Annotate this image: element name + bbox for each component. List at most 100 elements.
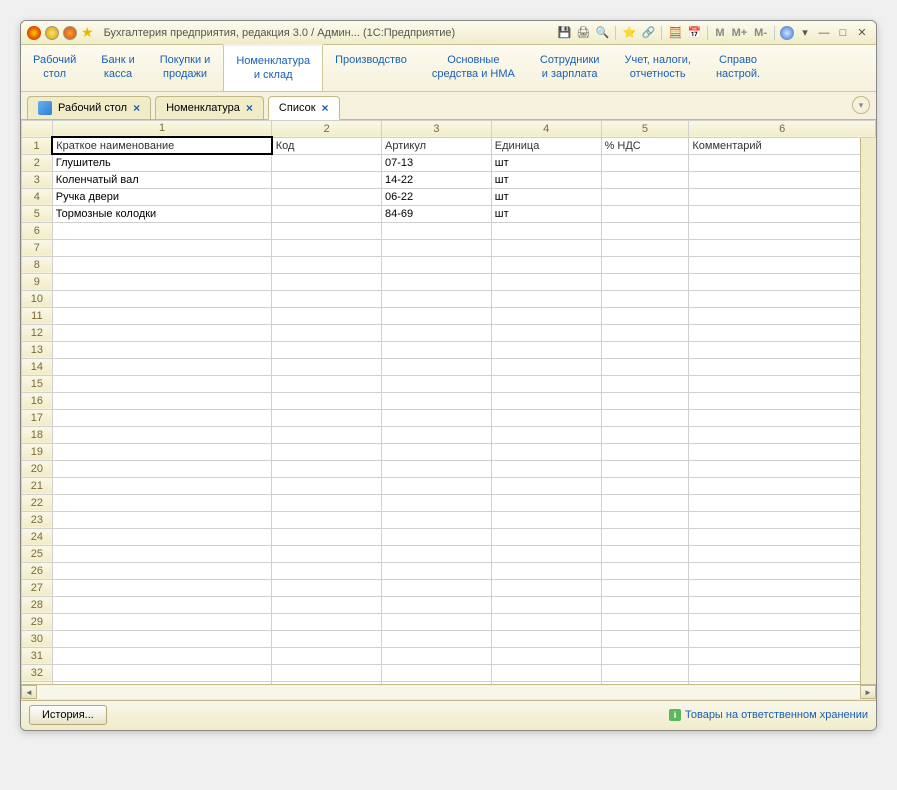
cell[interactable]: Тормозные колодки bbox=[52, 205, 272, 222]
favorite-icon[interactable]: ★ bbox=[81, 24, 94, 41]
row-header[interactable]: 32 bbox=[22, 664, 53, 681]
nav-back-icon[interactable] bbox=[45, 26, 59, 40]
cell[interactable]: шт bbox=[491, 154, 601, 171]
cell[interactable] bbox=[382, 239, 492, 256]
cell[interactable] bbox=[689, 511, 876, 528]
header-cell[interactable]: Артикул bbox=[382, 137, 492, 154]
cell[interactable] bbox=[689, 171, 876, 188]
save-icon[interactable]: 💾 bbox=[556, 25, 572, 41]
cell[interactable] bbox=[382, 613, 492, 630]
cell[interactable] bbox=[491, 256, 601, 273]
tab-close-icon[interactable]: × bbox=[133, 101, 140, 115]
cell[interactable] bbox=[491, 545, 601, 562]
cell[interactable]: 07-13 bbox=[382, 154, 492, 171]
cell[interactable] bbox=[272, 477, 382, 494]
cell[interactable] bbox=[689, 222, 876, 239]
cell[interactable] bbox=[382, 460, 492, 477]
cell[interactable] bbox=[272, 188, 382, 205]
cell[interactable] bbox=[601, 188, 689, 205]
nav-forward-icon[interactable] bbox=[63, 26, 77, 40]
cell[interactable] bbox=[52, 511, 272, 528]
cell[interactable] bbox=[491, 460, 601, 477]
cell[interactable] bbox=[52, 375, 272, 392]
cell[interactable]: 06-22 bbox=[382, 188, 492, 205]
cell[interactable] bbox=[272, 511, 382, 528]
cell[interactable] bbox=[491, 290, 601, 307]
row-header[interactable]: 13 bbox=[22, 341, 53, 358]
cell[interactable] bbox=[689, 494, 876, 511]
cell[interactable]: шт bbox=[491, 171, 601, 188]
nav-item[interactable]: Номенклатураи склад bbox=[223, 44, 323, 91]
cell[interactable] bbox=[272, 205, 382, 222]
cell[interactable] bbox=[272, 358, 382, 375]
cell[interactable] bbox=[601, 511, 689, 528]
cell[interactable] bbox=[52, 528, 272, 545]
cell[interactable] bbox=[272, 596, 382, 613]
cell[interactable] bbox=[601, 222, 689, 239]
cell[interactable] bbox=[689, 528, 876, 545]
info-icon[interactable] bbox=[780, 26, 794, 40]
cell[interactable] bbox=[689, 477, 876, 494]
cell[interactable] bbox=[382, 307, 492, 324]
row-header[interactable]: 23 bbox=[22, 511, 53, 528]
cell[interactable] bbox=[52, 545, 272, 562]
cell[interactable] bbox=[601, 630, 689, 647]
cell[interactable] bbox=[601, 494, 689, 511]
cell[interactable] bbox=[382, 511, 492, 528]
cell[interactable] bbox=[689, 188, 876, 205]
cell[interactable] bbox=[382, 477, 492, 494]
cell[interactable] bbox=[689, 307, 876, 324]
cell[interactable] bbox=[52, 579, 272, 596]
cell[interactable] bbox=[382, 324, 492, 341]
cell[interactable] bbox=[272, 222, 382, 239]
nav-item[interactable]: Учет, налоги,отчетность bbox=[612, 45, 703, 91]
cell[interactable] bbox=[382, 426, 492, 443]
cell[interactable] bbox=[491, 222, 601, 239]
calc-icon[interactable]: 🧮 bbox=[667, 25, 683, 41]
m-minus-button[interactable]: M- bbox=[752, 27, 769, 39]
row-header[interactable]: 26 bbox=[22, 562, 53, 579]
cell[interactable] bbox=[491, 613, 601, 630]
cell[interactable] bbox=[272, 273, 382, 290]
row-header[interactable]: 9 bbox=[22, 273, 53, 290]
cell[interactable] bbox=[601, 256, 689, 273]
cell[interactable] bbox=[272, 171, 382, 188]
cell[interactable] bbox=[272, 341, 382, 358]
row-header[interactable]: 16 bbox=[22, 392, 53, 409]
status-link[interactable]: i Товары на ответственном хранении bbox=[669, 709, 868, 721]
cell[interactable] bbox=[52, 324, 272, 341]
cell[interactable] bbox=[601, 443, 689, 460]
cell[interactable] bbox=[52, 409, 272, 426]
row-header[interactable]: 20 bbox=[22, 460, 53, 477]
cell[interactable] bbox=[272, 443, 382, 460]
col-header[interactable]: 2 bbox=[272, 120, 382, 137]
cell[interactable] bbox=[689, 647, 876, 664]
cell[interactable] bbox=[601, 426, 689, 443]
cell[interactable] bbox=[491, 630, 601, 647]
cell[interactable] bbox=[689, 579, 876, 596]
cell[interactable] bbox=[272, 545, 382, 562]
cell[interactable] bbox=[689, 341, 876, 358]
row-header[interactable]: 12 bbox=[22, 324, 53, 341]
cell[interactable] bbox=[601, 341, 689, 358]
m-button[interactable]: M bbox=[713, 27, 726, 39]
cell[interactable] bbox=[272, 392, 382, 409]
cell[interactable] bbox=[382, 392, 492, 409]
cell[interactable] bbox=[272, 154, 382, 171]
cell[interactable] bbox=[601, 290, 689, 307]
cell[interactable] bbox=[491, 511, 601, 528]
row-header[interactable]: 14 bbox=[22, 358, 53, 375]
cell[interactable] bbox=[689, 290, 876, 307]
cell[interactable] bbox=[689, 460, 876, 477]
cell[interactable]: 14-22 bbox=[382, 171, 492, 188]
cell[interactable] bbox=[601, 579, 689, 596]
cell[interactable] bbox=[689, 443, 876, 460]
cell[interactable]: шт bbox=[491, 188, 601, 205]
header-cell[interactable]: Комментарий bbox=[689, 137, 876, 154]
cell[interactable]: Ручка двери bbox=[52, 188, 272, 205]
vertical-scrollbar[interactable] bbox=[860, 138, 876, 684]
cell[interactable] bbox=[601, 324, 689, 341]
cell[interactable] bbox=[52, 664, 272, 681]
m-plus-button[interactable]: M+ bbox=[730, 27, 750, 39]
cell[interactable] bbox=[689, 409, 876, 426]
